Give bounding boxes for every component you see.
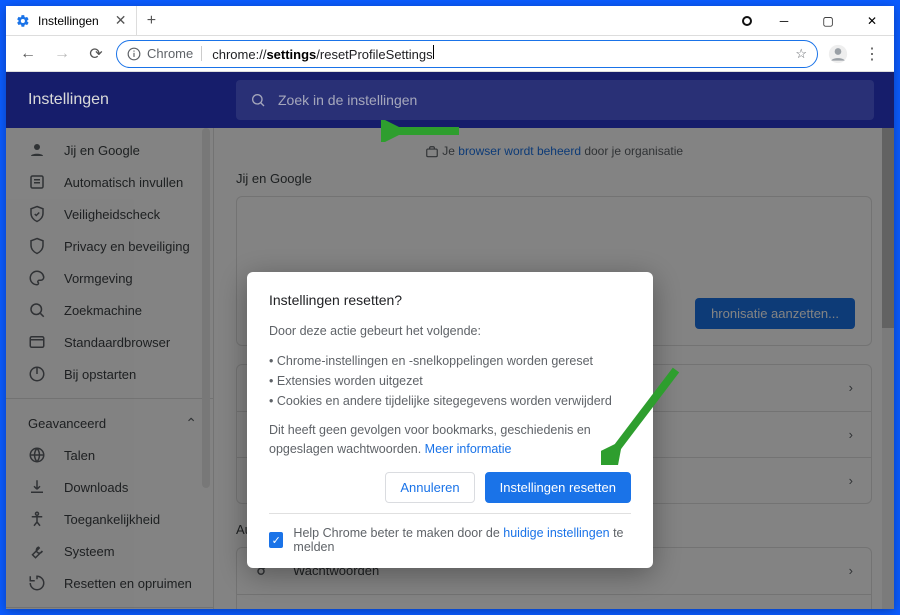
gear-icon xyxy=(16,14,30,28)
close-window-button[interactable]: ✕ xyxy=(850,6,894,36)
chrome-window: Instellingen ✕ + ─ ▢ ✕ ← → ⟳ Chrome chro… xyxy=(6,6,894,609)
info-icon xyxy=(127,47,141,61)
record-indicator-icon xyxy=(742,16,752,26)
more-info-link[interactable]: Meer informatie xyxy=(425,442,512,456)
profile-avatar-icon[interactable] xyxy=(824,40,852,68)
maximize-button[interactable]: ▢ xyxy=(806,6,850,36)
annotation-arrow-reset xyxy=(601,365,681,465)
url-chip: Chrome xyxy=(147,46,202,61)
tab-title: Instellingen xyxy=(38,14,99,28)
dialog-note: Dit heeft geen gevolgen voor bookmarks, … xyxy=(269,421,631,459)
browser-tab[interactable]: Instellingen ✕ xyxy=(6,6,137,35)
dialog-intro: Door deze actie gebeurt het volgende: xyxy=(269,322,631,341)
minimize-button[interactable]: ─ xyxy=(762,6,806,36)
url-text: chrome://settings/resetProfileSettings xyxy=(212,45,433,62)
overflow-menu-icon[interactable]: ⋮ xyxy=(858,40,886,68)
close-tab-icon[interactable]: ✕ xyxy=(115,12,127,29)
new-tab-button[interactable]: + xyxy=(137,6,165,35)
reset-settings-dialog: Instellingen resetten? Door deze actie g… xyxy=(247,272,653,568)
dialog-title: Instellingen resetten? xyxy=(269,292,631,308)
dialog-bullet: Chrome-instellingen en -snelkoppelingen … xyxy=(269,351,631,371)
reload-button[interactable]: ⟳ xyxy=(82,40,110,68)
back-button[interactable]: ← xyxy=(14,40,42,68)
browser-toolbar: ← → ⟳ Chrome chrome://settings/resetProf… xyxy=(6,36,894,72)
dialog-bullet: Extensies worden uitgezet xyxy=(269,371,631,391)
current-settings-link[interactable]: huidige instellingen xyxy=(503,526,609,540)
dialog-help-row: ✓ Help Chrome beter te maken door de hui… xyxy=(269,513,631,554)
dialog-bullet-list: Chrome-instellingen en -snelkoppelingen … xyxy=(269,351,631,411)
help-checkbox[interactable]: ✓ xyxy=(269,532,283,548)
cancel-button[interactable]: Annuleren xyxy=(385,472,474,503)
reset-confirm-button[interactable]: Instellingen resetten xyxy=(485,472,631,503)
address-bar[interactable]: Chrome chrome://settings/resetProfileSet… xyxy=(116,40,818,68)
bookmark-star-icon[interactable]: ☆ xyxy=(795,46,807,62)
titlebar: Instellingen ✕ + ─ ▢ ✕ xyxy=(6,6,894,36)
annotation-arrow-url xyxy=(381,120,461,142)
dialog-bullet: Cookies en andere tijdelijke sitegegeven… xyxy=(269,391,631,411)
forward-button[interactable]: → xyxy=(48,40,76,68)
